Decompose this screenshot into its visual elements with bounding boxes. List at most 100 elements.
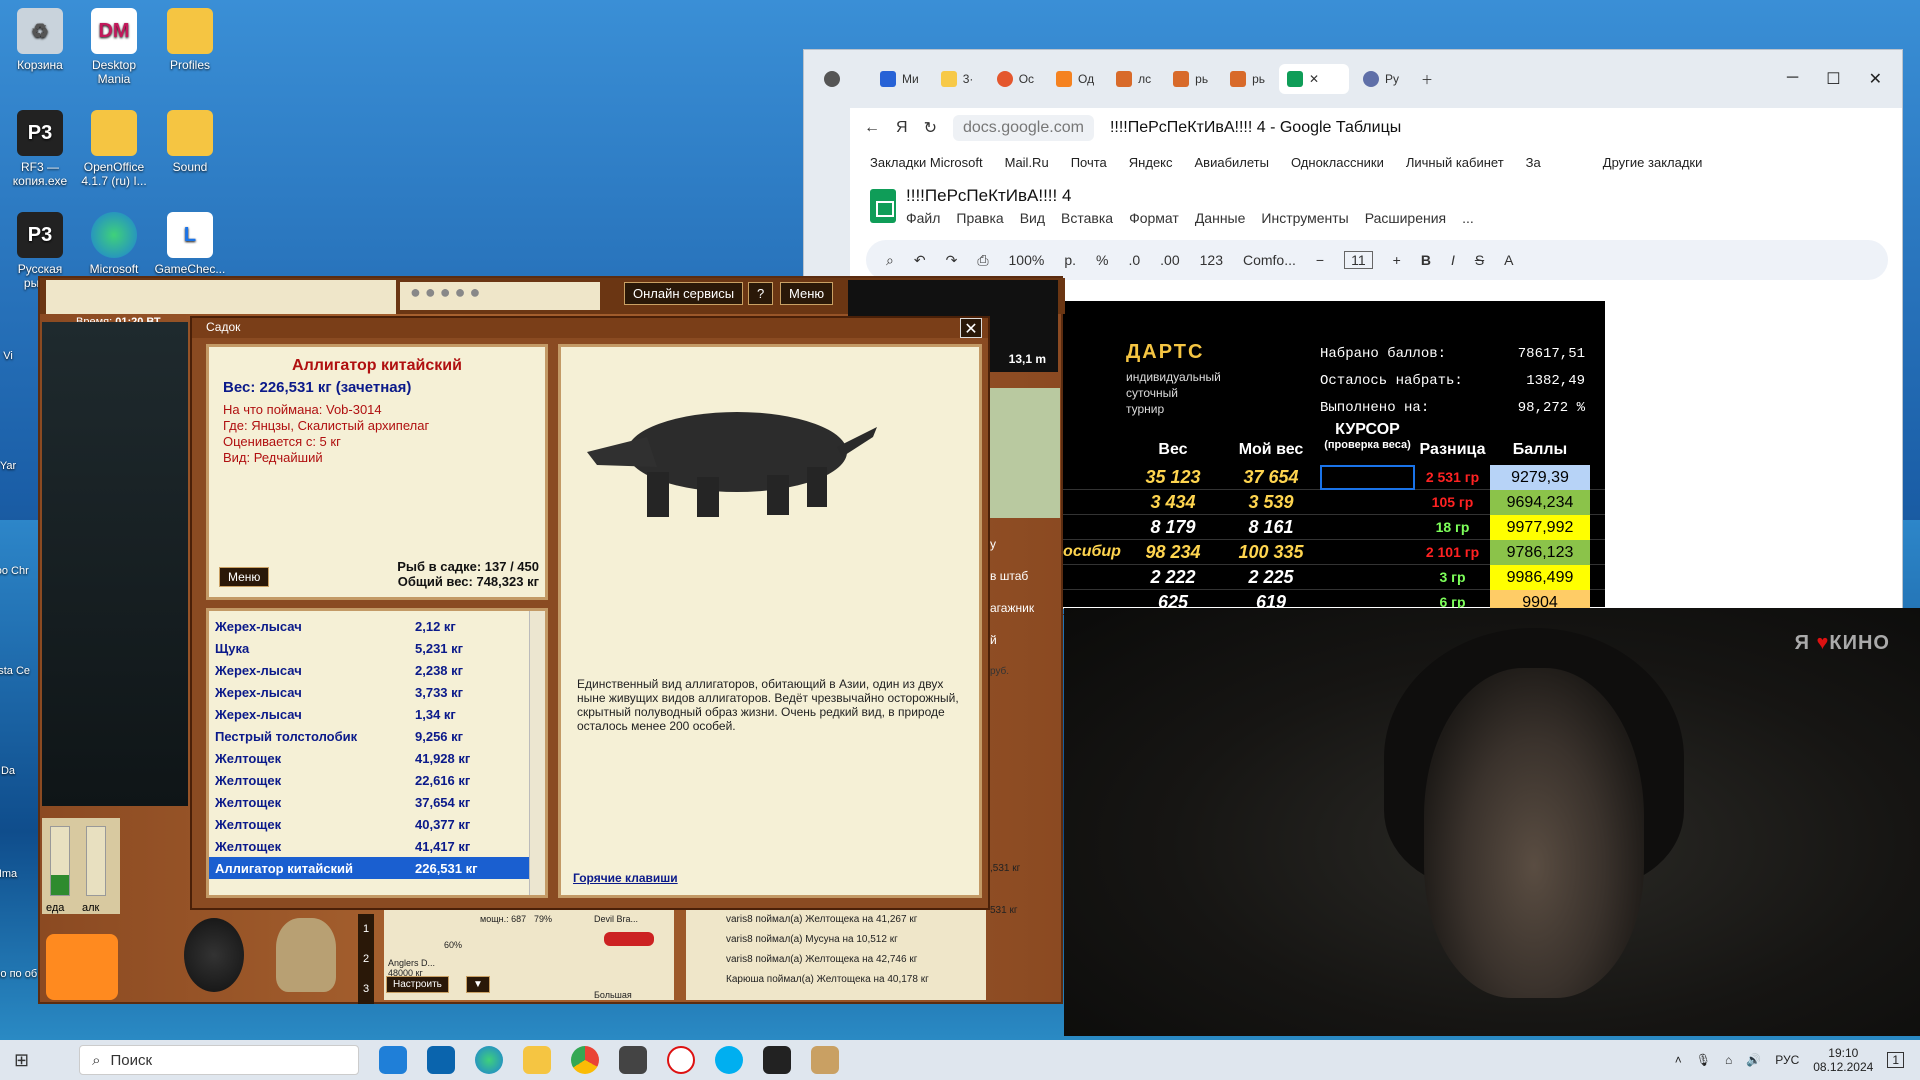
- bookmark[interactable]: Одноклассники: [1291, 155, 1384, 170]
- row-diff[interactable]: 2 531 гр: [1415, 469, 1490, 485]
- fish-list-scrollbar[interactable]: [529, 611, 545, 895]
- new-tab-button[interactable]: ＋: [1413, 64, 1463, 94]
- menu-format[interactable]: Формат: [1129, 210, 1179, 226]
- tab-3[interactable]: Од: [1048, 64, 1102, 94]
- microphone-icon[interactable]: 🎙: [1696, 1053, 1711, 1067]
- row-score[interactable]: 9279,39: [1490, 464, 1590, 490]
- fish-list-row[interactable]: Желтощек 41,928 кг: [209, 747, 545, 769]
- bookmark[interactable]: Авиабилеты: [1195, 155, 1269, 170]
- tab-profile[interactable]: [816, 64, 866, 94]
- row-score[interactable]: 9694,234: [1490, 489, 1590, 515]
- increase-decimal-button[interactable]: .00: [1160, 252, 1179, 268]
- row-score[interactable]: 9977,992: [1490, 514, 1590, 540]
- maximize-icon[interactable]: ☐: [1826, 69, 1840, 89]
- menu-insert[interactable]: Вставка: [1061, 210, 1113, 226]
- row-my[interactable]: 2 225: [1222, 567, 1320, 588]
- tab-1[interactable]: 3·: [933, 64, 983, 94]
- row-cursor[interactable]: [1320, 515, 1415, 540]
- font-select[interactable]: Comfo...: [1243, 252, 1296, 268]
- right-item[interactable]: в штаб: [990, 560, 1034, 592]
- tab-sheets[interactable]: ✕: [1279, 64, 1350, 94]
- close-window-icon[interactable]: ✕: [1869, 69, 1882, 89]
- game-taskbar-icon[interactable]: [811, 1046, 840, 1074]
- desktop-icon-gamecheck[interactable]: L GameChec...: [150, 212, 230, 276]
- mail-icon[interactable]: [427, 1046, 456, 1074]
- number-format-button[interactable]: 123: [1200, 252, 1223, 268]
- fish-list-row[interactable]: Пестрый толстолобик 9,256 кг: [209, 725, 545, 747]
- menu-more[interactable]: ...: [1462, 210, 1474, 226]
- network-icon[interactable]: ⌂: [1725, 1053, 1732, 1067]
- fish-list[interactable]: Жерех-лысач 2,12 кг Щука 5,231 кг Жерех-лыса…: [206, 608, 548, 898]
- close-icon[interactable]: ✕: [1309, 72, 1319, 86]
- fish-list-row[interactable]: Желтощек 22,616 кг: [209, 769, 545, 791]
- row-ves[interactable]: 98 234: [1124, 542, 1222, 563]
- hotkeys-link[interactable]: Горячие клавиши: [573, 871, 678, 885]
- desktop-icon-desktopmania[interactable]: DM Desktop Mania: [74, 8, 154, 86]
- clock[interactable]: 19:10 08.12.2024: [1813, 1046, 1873, 1074]
- configure-button[interactable]: Настроить: [386, 976, 449, 993]
- language-indicator[interactable]: РУС: [1775, 1053, 1799, 1067]
- fish-list-row[interactable]: Желтощек 37,654 кг: [209, 791, 545, 813]
- menu-file[interactable]: Файл: [906, 210, 940, 226]
- text-color-button[interactable]: A: [1504, 252, 1513, 268]
- lure-icon[interactable]: [604, 932, 654, 946]
- store-icon[interactable]: [379, 1046, 408, 1074]
- tab-6[interactable]: рь: [1222, 64, 1273, 94]
- close-icon[interactable]: ✕: [960, 318, 982, 338]
- tab-2[interactable]: Ос: [989, 64, 1042, 94]
- menu-tools[interactable]: Инструменты: [1261, 210, 1348, 226]
- fish-list-row[interactable]: Аллигатор китайский 226,531 кг: [209, 857, 545, 879]
- rf3-taskbar-icon[interactable]: [763, 1046, 792, 1074]
- row-score[interactable]: 9786,123: [1490, 539, 1590, 565]
- help-button[interactable]: ?: [748, 282, 774, 305]
- rod-slot-3[interactable]: 3: [358, 974, 374, 1004]
- search-icon[interactable]: ⌕: [886, 252, 894, 269]
- other-bookmarks[interactable]: Другие закладки: [1603, 155, 1703, 170]
- currency-button[interactable]: р.: [1064, 252, 1076, 268]
- bookmark[interactable]: Mail.Ru: [1005, 155, 1049, 170]
- row-cursor[interactable]: [1320, 565, 1415, 590]
- row-ves[interactable]: 8 179: [1124, 517, 1222, 538]
- tab-0[interactable]: Ми: [872, 64, 927, 94]
- row-score[interactable]: 9986,499: [1490, 564, 1590, 590]
- desktop-icon-recycle[interactable]: ♻ Корзина: [0, 8, 80, 72]
- font-size-input[interactable]: 11: [1344, 251, 1373, 269]
- yandex-icon[interactable]: Я: [896, 119, 908, 137]
- menu-top-button[interactable]: Меню: [780, 282, 834, 305]
- skype-icon[interactable]: [715, 1046, 744, 1074]
- right-item[interactable]: агажник: [990, 592, 1034, 624]
- bookmark[interactable]: Яндекс: [1129, 155, 1173, 170]
- zoom-select[interactable]: 100%: [1009, 252, 1045, 268]
- row-cursor[interactable]: [1320, 464, 1415, 490]
- video-player[interactable]: Я ♥КИНО: [1064, 608, 1920, 1036]
- print-icon[interactable]: ⎙: [977, 252, 988, 269]
- row-diff[interactable]: 105 гр: [1415, 494, 1490, 510]
- desktop-icon-edge[interactable]: Microsoft: [74, 212, 154, 276]
- desktop-icon-openoffice[interactable]: OpenOffice 4.1.7 (ru) I...: [74, 110, 154, 188]
- search-input[interactable]: ⌕ Поиск: [79, 1045, 360, 1075]
- row-name[interactable]: осибир: [1060, 543, 1124, 561]
- row-ves[interactable]: 3 434: [1124, 492, 1222, 513]
- bait-slots[interactable]: ●●●●●: [400, 282, 600, 310]
- url-field[interactable]: docs.google.com: [952, 115, 1094, 141]
- fish-list-row[interactable]: Жерех-лысач 2,238 кг: [209, 659, 545, 681]
- row-my[interactable]: 100 335: [1222, 542, 1320, 563]
- start-icon[interactable]: ⊞: [14, 1050, 29, 1071]
- fish-list-row[interactable]: Жерех-лысач 3,733 кг: [209, 681, 545, 703]
- map-thumbnail[interactable]: [990, 388, 1060, 518]
- tab-7[interactable]: Ру: [1355, 64, 1407, 94]
- rod-slot-2[interactable]: 2: [358, 944, 374, 974]
- fish-list-row[interactable]: Жерех-лысач 2,12 кг: [209, 615, 545, 637]
- configure-dropdown-icon[interactable]: ▼: [466, 976, 490, 993]
- menu-data[interactable]: Данные: [1195, 210, 1246, 226]
- font-size-plus[interactable]: +: [1393, 252, 1401, 268]
- pot-icon[interactable]: [184, 918, 244, 992]
- row-cursor[interactable]: [1320, 540, 1415, 565]
- minimize-icon[interactable]: ─: [1787, 69, 1798, 89]
- desktop-icon-profiles[interactable]: Profiles: [150, 8, 230, 72]
- online-services-button[interactable]: Онлайн сервисы: [624, 282, 744, 305]
- doc-title[interactable]: !!!!ПеРсПеКтИвА!!!! 4: [906, 186, 1474, 206]
- menu-view[interactable]: Вид: [1020, 210, 1045, 226]
- edge-icon[interactable]: [475, 1046, 504, 1074]
- row-diff[interactable]: 3 гр: [1415, 569, 1490, 585]
